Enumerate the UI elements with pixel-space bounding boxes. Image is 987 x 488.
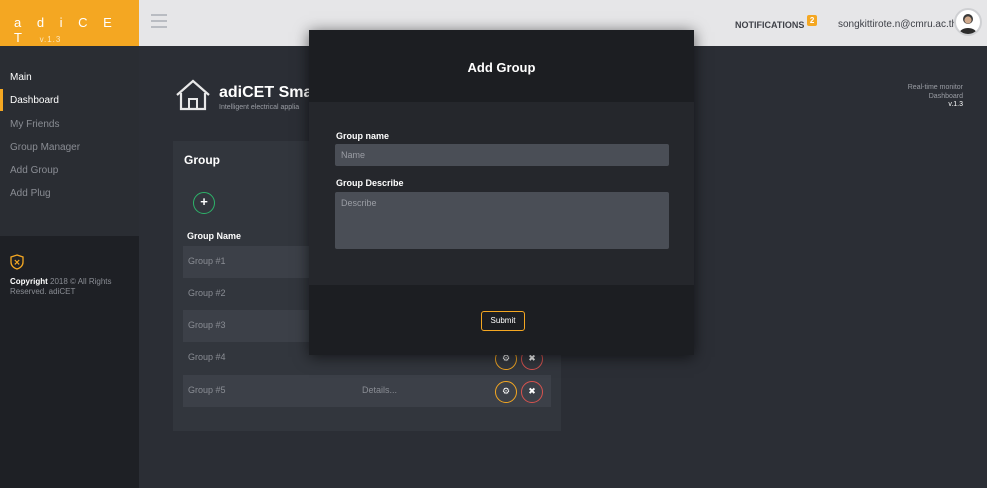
sidebar-item-dashboard[interactable]: Dashboard: [10, 95, 59, 106]
submit-button[interactable]: Submit: [481, 311, 525, 331]
group-name-field[interactable]: Name: [335, 144, 669, 166]
group-name-cell: Group #4: [188, 352, 226, 362]
status-line-realtime: Real-time monitor: [907, 84, 963, 91]
app-title: adiCET Smar: [219, 84, 319, 101]
app-subtitle: Intelligent electrical applia: [219, 104, 300, 111]
group-name-cell: Group #1: [188, 256, 226, 266]
house-logo-icon: [176, 79, 210, 111]
sidebar-item-add-group[interactable]: Add Group: [10, 165, 58, 176]
brand-logo[interactable]: a d i C E T v.1.3: [0, 0, 139, 46]
hamburger-menu-icon[interactable]: [151, 14, 167, 28]
user-email[interactable]: songkittirote.n@cmru.ac.th: [838, 19, 957, 30]
group-describe-label: Group Describe: [336, 178, 404, 188]
group-details-link[interactable]: Details...: [362, 385, 397, 395]
modal-title: Add Group: [467, 60, 536, 75]
active-indicator: [0, 89, 3, 111]
add-group-button[interactable]: +: [193, 192, 215, 214]
group-describe-field[interactable]: Describe: [335, 192, 669, 249]
table-row[interactable]: Group #5 Details... ⚙ ✖: [183, 375, 551, 407]
sidebar-item-group-manager[interactable]: Group Manager: [10, 142, 80, 153]
settings-gear-icon[interactable]: ⚙: [495, 381, 517, 403]
notifications-badge: 2: [806, 15, 818, 26]
group-name-label: Group name: [336, 131, 390, 141]
avatar[interactable]: [954, 8, 982, 36]
copyright-text: Copyright 2018 © All Rights Reserved. ad…: [10, 277, 112, 296]
sidebar-heading: Main: [10, 72, 32, 83]
group-name-cell: Group #2: [188, 288, 226, 298]
group-name-cell: Group #3: [188, 320, 226, 330]
status-block: Real-time monitor Dashboard v.1.3: [908, 84, 963, 110]
notifications-button[interactable]: NOTIFICATIONS 2: [735, 15, 818, 31]
delete-icon[interactable]: ✖: [521, 381, 543, 403]
panel-title: Group: [184, 153, 220, 167]
status-version: v.1.3: [948, 101, 963, 108]
notifications-label: NOTIFICATIONS: [735, 20, 805, 30]
brand-version: v.1.3: [39, 35, 62, 44]
group-name-cell: Group #5: [188, 385, 226, 395]
column-header-group-name: Group Name: [187, 231, 242, 241]
status-line-dashboard: Dashboard: [928, 92, 963, 100]
brand-name: a d i C E T: [14, 15, 118, 45]
sidebar: Main Dashboard My Friends Group Manager …: [0, 46, 139, 488]
sidebar-item-my-friends[interactable]: My Friends: [10, 119, 59, 130]
shield-icon: [10, 254, 24, 270]
add-group-modal: Add Group Group name Name Group Describe…: [309, 30, 694, 355]
sidebar-item-add-plug[interactable]: Add Plug: [10, 188, 51, 199]
sidebar-nav: Main Dashboard My Friends Group Manager …: [0, 46, 139, 236]
